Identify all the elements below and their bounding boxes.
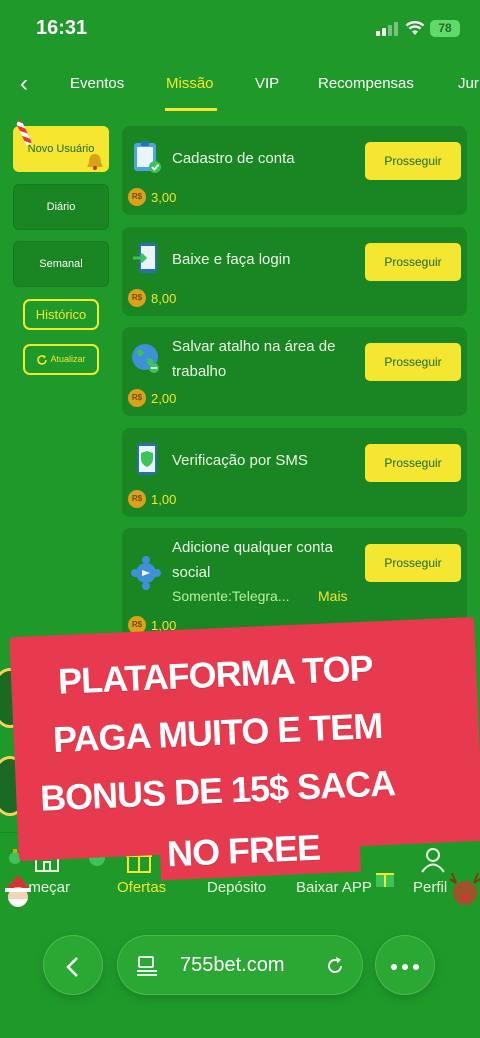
reward-amount: 1,00 (151, 491, 177, 507)
browser-back-button[interactable] (43, 935, 103, 995)
prosseguir-button[interactable]: Prosseguir (365, 343, 461, 381)
nav-deposito[interactable]: Depósito (207, 879, 266, 896)
atualizar-label: Atualizar (50, 354, 86, 364)
candy-cane-icon (15, 119, 33, 147)
nav-baixar-app[interactable]: Baixar APP (296, 879, 372, 896)
nav-perfil[interactable]: Perfil (413, 879, 447, 896)
reindeer-icon (449, 872, 480, 905)
battery-icon: 78 (430, 20, 460, 37)
user-icon (421, 848, 445, 873)
gift-decoration-icon (376, 873, 394, 887)
tab-vip[interactable]: VIP (255, 75, 279, 92)
prosseguir-button[interactable]: Prosseguir (365, 243, 461, 281)
clipboard-icon (134, 141, 161, 173)
phone-shield-icon (137, 443, 157, 475)
url-text: 755bet.com (180, 954, 285, 976)
address-bar[interactable]: 755bet.com (117, 935, 363, 995)
promo-text-line: NO FREE (166, 826, 321, 875)
wifi-icon (405, 21, 425, 35)
tab-eventos[interactable]: Eventos (70, 75, 124, 92)
mission-card: Salvar atalho na área de trabalho Prosse… (122, 327, 467, 416)
sidebar-item-label: Diário (46, 201, 76, 213)
tab-missao[interactable]: Missão (166, 75, 214, 92)
currency-coin-icon: R$ (128, 490, 146, 508)
mission-reward: R$ 3,00 (128, 188, 176, 206)
mission-reward: R$ 1,00 (128, 490, 176, 508)
social-network-icon (131, 556, 161, 590)
browser-more-button[interactable] (375, 935, 435, 995)
mission-card: Baixe e faça login Prosseguir R$ 8,00 (122, 227, 467, 316)
sidebar-item-semanal[interactable]: Semanal (13, 241, 109, 287)
tab-recompensas[interactable]: Recompensas (318, 75, 414, 92)
mission-title: Cadastro de conta (172, 150, 295, 167)
status-bar: 16:31 78 (0, 0, 480, 56)
santa-icon (5, 875, 31, 907)
historico-button[interactable]: Histórico (23, 299, 99, 330)
reward-amount: 8,00 (151, 290, 177, 306)
chevron-left-icon (66, 957, 78, 978)
tab-bar: ‹ Eventos Missão VIP Recompensas Jur (0, 56, 480, 112)
sidebar-item-label: Semanal (39, 258, 83, 270)
currency-coin-icon: R$ (128, 389, 146, 407)
back-chevron-icon[interactable]: ‹ (12, 70, 36, 98)
sidebar-item-novo-usuario[interactable]: Novo Usuário (13, 119, 109, 172)
atualizar-button[interactable]: Atualizar (23, 344, 99, 375)
mission-title: Salvar atalho na área de trabalho (172, 338, 336, 380)
mission-subtitle: Somente:Telegra... (172, 588, 290, 604)
mission-reward: R$ 2,00 (128, 389, 176, 407)
mission-reward: R$ 8,00 (128, 289, 176, 307)
phone-download-icon (133, 243, 157, 273)
mission-title: Adicione qualquer conta social (172, 539, 333, 581)
prosseguir-button[interactable]: Prosseguir (365, 444, 461, 482)
prosseguir-button[interactable]: Prosseguir (365, 142, 461, 180)
more-dots-icon (391, 963, 419, 970)
mission-card: Cadastro de conta Prosseguir R$ 3,00 (122, 126, 467, 215)
signal-icon (376, 22, 398, 36)
active-tab-indicator (165, 108, 217, 111)
globe-link-icon (132, 344, 159, 373)
nav-ofertas[interactable]: Ofertas (117, 879, 166, 896)
mission-title: Baixe e faça login (172, 251, 291, 268)
mission-card: Verificação por SMS Prosseguir R$ 1,00 (122, 428, 467, 517)
tab-juros[interactable]: Jur (458, 75, 479, 92)
reload-icon[interactable] (324, 955, 346, 977)
reward-amount: 3,00 (151, 189, 177, 205)
refresh-icon (37, 354, 48, 365)
prosseguir-button[interactable]: Prosseguir (365, 544, 461, 582)
reward-amount: 2,00 (151, 390, 177, 406)
browser-toolbar: 755bet.com (0, 916, 480, 1038)
sidebar-item-diario[interactable]: Diário (13, 184, 109, 230)
mission-title: Verificação por SMS (172, 452, 308, 469)
currency-coin-icon: R$ (128, 289, 146, 307)
bell-icon (87, 154, 103, 170)
status-time: 16:31 (36, 17, 88, 39)
currency-coin-icon: R$ (128, 188, 146, 206)
mais-link[interactable]: Mais (318, 588, 348, 604)
page-menu-icon (137, 956, 157, 976)
